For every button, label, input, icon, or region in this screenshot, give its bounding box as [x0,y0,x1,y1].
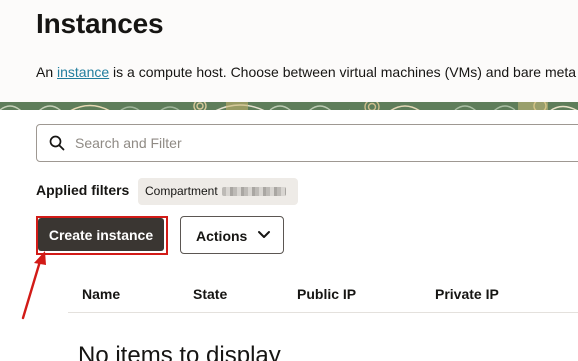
column-header-private-ip[interactable]: Private IP [435,286,499,302]
page-header: Instances An instance is a compute host.… [0,0,578,104]
page-title: Instances [36,8,164,39]
red-arrow-icon [21,251,46,320]
search-input[interactable] [75,125,555,161]
table-header-divider [68,312,578,313]
column-header-name[interactable]: Name [82,286,120,302]
instance-doc-link[interactable]: instance [57,64,109,80]
page-description: An instance is a compute host. Choose be… [36,64,576,80]
create-instance-button[interactable]: Create instance [38,218,164,251]
redacted-compartment-name [221,187,286,197]
actions-menu-button[interactable]: Actions [180,216,284,254]
empty-state-message: No items to display [78,342,281,361]
instances-page: Instances An instance is a compute host.… [0,0,578,361]
column-header-public-ip[interactable]: Public IP [297,286,356,302]
chevron-down-icon [258,231,270,238]
search-icon [49,135,65,151]
instances-list-panel: Applied filters Compartment Create insta… [0,110,578,361]
applied-filters-label: Applied filters [36,182,130,198]
filter-chip-label: Compartment [145,184,218,198]
intro-suffix: is a compute host. Choose between virtua… [109,64,577,80]
actions-label: Actions [196,228,248,244]
search-and-filter-box[interactable] [36,124,578,162]
column-header-state[interactable]: State [193,286,227,302]
compartment-filter-chip[interactable]: Compartment [138,178,298,205]
intro-prefix: An [36,64,58,80]
